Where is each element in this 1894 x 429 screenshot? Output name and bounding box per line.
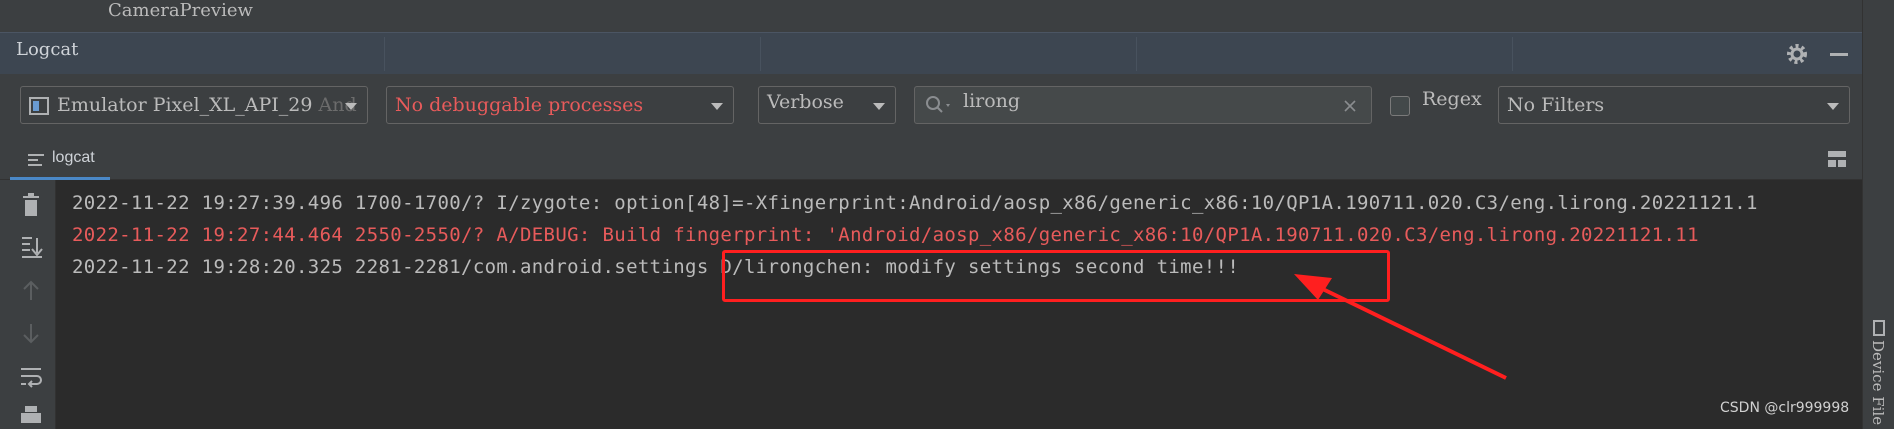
down-arrow-icon[interactable] (18, 320, 44, 346)
logcat-window: CameraPreview Logcat Emulator Pixel_XL_A… (0, 0, 1894, 429)
panel-title: Logcat (16, 39, 79, 60)
device-file-icon (1873, 320, 1885, 336)
chevron-down-icon (1827, 103, 1839, 110)
scroll-to-end-icon[interactable] (18, 234, 44, 260)
logcat-tabs: logcat (0, 140, 1862, 180)
filter-label: No Filters (1507, 94, 1605, 116)
logcat-toolbar: Emulator Pixel_XL_API_29 And No debuggab… (0, 74, 1862, 140)
header-divider (1136, 37, 1137, 71)
device-icon (29, 97, 49, 115)
tab-logcat[interactable]: logcat (10, 140, 110, 180)
editor-tab-strip: CameraPreview (0, 0, 1862, 32)
log-output[interactable]: 2022-11-22 19:27:39.496 1700-1700/? I/zy… (56, 180, 1862, 429)
gear-icon[interactable] (1784, 41, 1810, 67)
header-divider (1512, 37, 1513, 71)
clear-icon[interactable] (1343, 99, 1357, 113)
log-level-label: Verbose (767, 91, 844, 113)
logcat-action-gutter (0, 180, 56, 429)
chevron-down-icon (873, 103, 885, 110)
search-icon[interactable] (925, 95, 955, 115)
search-value: lirong (963, 90, 1021, 112)
tab-logcat-label: logcat (52, 149, 95, 166)
regex-checkbox[interactable] (1390, 96, 1410, 116)
annotation-arrow (1294, 274, 1507, 380)
header-divider (384, 37, 385, 71)
logcat-panel-header: Logcat (0, 32, 1862, 74)
chevron-down-icon (711, 103, 723, 110)
process-dropdown[interactable]: No debuggable processes (386, 86, 734, 124)
device-dropdown[interactable]: Emulator Pixel_XL_API_29 And (20, 86, 368, 124)
trash-icon[interactable] (18, 192, 44, 218)
log-line: 2022-11-22 19:27:39.496 1700-1700/? I/zy… (72, 192, 1758, 214)
device-file-tab[interactable]: Device File (1869, 340, 1887, 425)
device-label: Emulator Pixel_XL_API_29 (57, 94, 313, 116)
search-input[interactable]: lirong (914, 86, 1372, 124)
chevron-down-icon (345, 103, 357, 110)
watermark: CSDN @clr999998 (1720, 400, 1850, 416)
header-divider (760, 37, 761, 71)
editor-tab-title[interactable]: CameraPreview (108, 0, 253, 22)
soft-wrap-icon[interactable] (18, 364, 44, 390)
print-icon[interactable] (18, 404, 44, 429)
log-level-dropdown[interactable]: Verbose (758, 86, 896, 124)
logcat-tab-icon (28, 154, 44, 166)
up-arrow-icon[interactable] (18, 278, 44, 304)
right-tool-strip: Device File (1862, 0, 1894, 429)
filter-dropdown[interactable]: No Filters (1498, 86, 1850, 124)
minimize-icon[interactable] (1826, 41, 1852, 67)
process-label: No debuggable processes (395, 94, 644, 116)
regex-label: Regex (1422, 88, 1482, 110)
log-line: 2022-11-22 19:27:44.464 2550-2550/? A/DE… (72, 224, 1699, 246)
layout-icon[interactable] (1826, 148, 1848, 170)
